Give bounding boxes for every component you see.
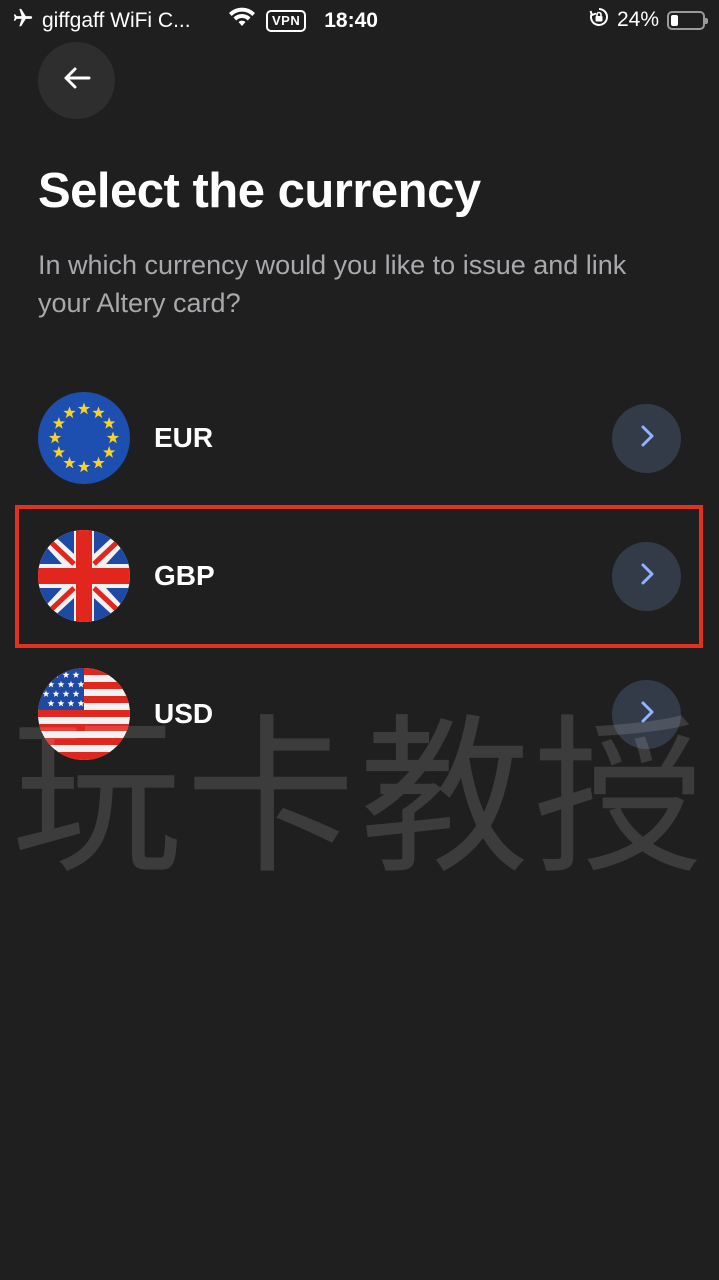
back-button[interactable] [38, 42, 115, 119]
us-flag-icon [38, 668, 130, 760]
eu-flag-icon [38, 392, 130, 484]
select-eur-button[interactable] [612, 403, 681, 473]
arrow-left-icon [62, 66, 92, 95]
rotation-lock-icon [589, 7, 609, 33]
chevron-right-icon [637, 698, 657, 731]
wifi-icon [228, 7, 256, 35]
vpn-badge: VPN [266, 10, 307, 32]
status-right: 24% [589, 7, 708, 33]
status-center: VPN 18:40 [228, 7, 378, 35]
battery-percent: 24% [616, 8, 659, 31]
page-subtitle: In which currency would you like to issu… [38, 250, 627, 318]
battery-level [671, 14, 679, 26]
us-star [42, 671, 50, 678]
screen: giffgaff WiFi C... VPN 18:40 24% Select … [0, 0, 719, 1280]
currency-code: EUR [154, 422, 214, 453]
status-bar: giffgaff WiFi C... VPN 18:40 24% [0, 0, 719, 40]
battery-icon [667, 10, 708, 30]
currency-row-usd[interactable]: USD [38, 668, 681, 760]
highlight-box-gbp [15, 505, 703, 648]
select-usd-button[interactable] [612, 679, 681, 749]
chevron-right-icon [637, 422, 657, 455]
airplane-icon [12, 7, 34, 35]
page-title: Select the currency [38, 164, 481, 218]
carrier-label: giffgaff WiFi C... [42, 9, 191, 32]
status-time: 18:40 [324, 9, 378, 32]
currency-code: USD [154, 698, 214, 729]
status-left: giffgaff WiFi C... [12, 7, 191, 35]
currency-row-eur[interactable]: EUR [38, 392, 681, 484]
